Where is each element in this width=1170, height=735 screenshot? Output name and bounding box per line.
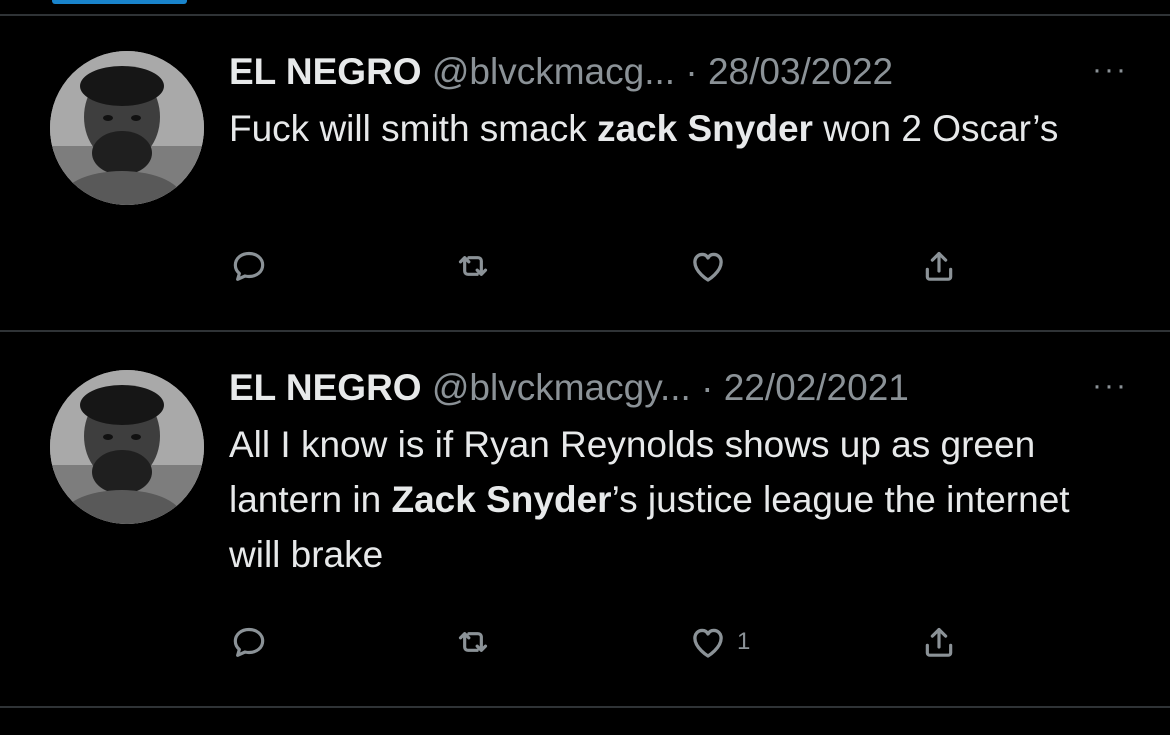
retweet-icon <box>458 256 488 276</box>
share-button[interactable] <box>919 244 959 288</box>
divider <box>0 706 1170 708</box>
more-icon[interactable]: ··· <box>1092 50 1128 90</box>
retweet-button[interactable] <box>453 244 493 288</box>
separator-dot: · <box>701 367 714 408</box>
reply-icon <box>233 627 265 657</box>
share-icon <box>925 627 953 657</box>
display-name[interactable]: EL NEGRO <box>229 51 422 92</box>
reply-icon <box>233 251 265 281</box>
reply-button[interactable] <box>229 244 269 288</box>
display-name[interactable]: EL NEGRO <box>229 367 422 408</box>
heart-icon <box>693 252 723 282</box>
tweet-date[interactable]: 28/03/2022 <box>708 51 893 92</box>
username[interactable]: @blvckmacgy... <box>432 367 691 408</box>
share-button[interactable] <box>919 620 959 664</box>
action-bar <box>229 244 989 288</box>
tweet[interactable]: EL NEGRO @blvckmacgy... · 22/02/2021 ···… <box>0 332 1170 702</box>
reply-button[interactable] <box>229 620 269 664</box>
retweet-icon <box>458 632 488 652</box>
heart-icon <box>693 628 723 658</box>
tweet-text: All I know is if Ryan Reynolds shows up … <box>229 424 1070 575</box>
share-icon <box>925 251 953 281</box>
avatar[interactable] <box>50 370 204 524</box>
tweet-header: EL NEGRO @blvckmacgy... · 22/02/2021 <box>229 366 1130 410</box>
separator-dot: · <box>685 51 698 92</box>
like-count: 1 <box>737 628 751 655</box>
tweet-header: EL NEGRO @blvckmacg... · 28/03/2022 <box>229 50 1130 94</box>
active-tab-indicator <box>52 0 187 4</box>
like-button[interactable]: 1 <box>687 620 750 664</box>
avatar[interactable] <box>50 51 204 205</box>
tweet-text: Fuck will smith smack zack Snyder won 2 … <box>229 108 1059 149</box>
more-icon[interactable]: ··· <box>1092 366 1128 406</box>
retweet-button[interactable] <box>453 620 493 664</box>
like-button[interactable] <box>687 244 737 288</box>
tweet-date[interactable]: 22/02/2021 <box>724 367 909 408</box>
action-bar: 1 <box>229 620 989 664</box>
tweet[interactable]: EL NEGRO @blvckmacg... · 28/03/2022 ··· … <box>0 16 1170 330</box>
username[interactable]: @blvckmacg... <box>432 51 675 92</box>
